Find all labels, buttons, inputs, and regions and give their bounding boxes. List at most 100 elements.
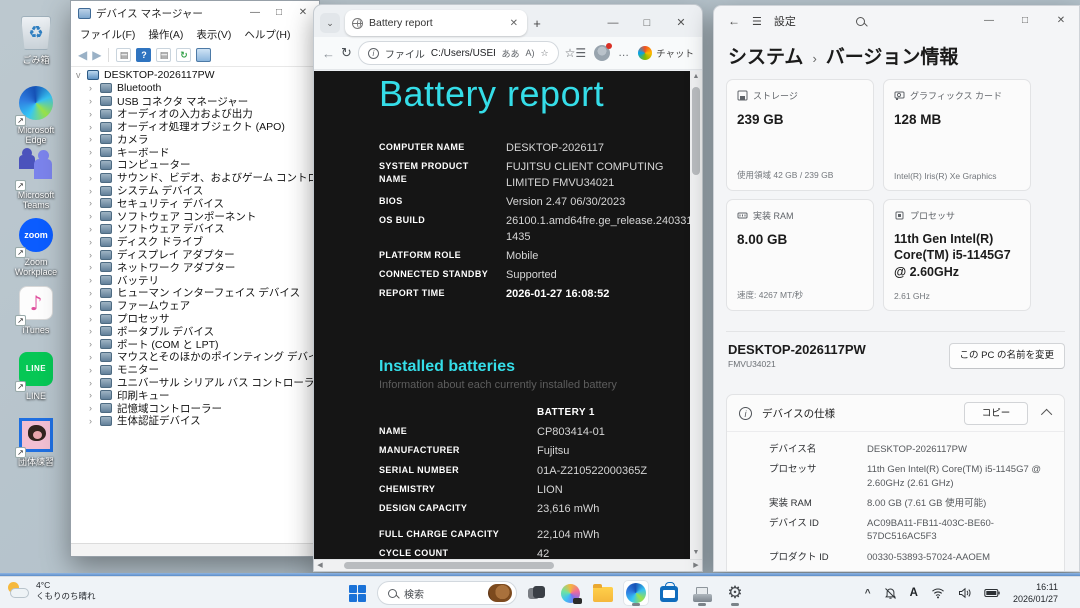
start-button[interactable]: [344, 580, 370, 606]
expand-chevron-icon[interactable]: ›: [89, 83, 100, 93]
device-tree-item[interactable]: › オーディオ処理オブジェクト (APO): [71, 120, 319, 133]
copy-button[interactable]: コピー: [964, 401, 1028, 425]
vertical-scroll-thumb[interactable]: [692, 87, 700, 175]
scroll-up-icon[interactable]: ▲: [690, 71, 702, 83]
minimize-button[interactable]: —: [596, 11, 630, 35]
scroll-right-icon[interactable]: ▶: [690, 560, 702, 571]
list-view-icon[interactable]: ▤: [116, 48, 132, 62]
horizontal-scrollbar[interactable]: ◀ ▶: [314, 559, 702, 571]
expand-chevron-icon[interactable]: ›: [89, 186, 100, 196]
address-bar[interactable]: i ファイル C:/Users/USER... ああ A) ☆: [357, 41, 559, 65]
desktop-icon-zoom[interactable]: zoom ↗ Zoom Workplace: [6, 216, 66, 278]
expand-chevron-icon[interactable]: ›: [89, 173, 100, 183]
expand-chevron-icon[interactable]: ›: [89, 122, 100, 132]
expand-chevron-icon[interactable]: ›: [89, 237, 100, 247]
desktop-icon-photo-shortcut[interactable]: ↗ 団体練習: [6, 416, 66, 468]
desktop-icon-itunes[interactable]: ♪ ↗ iTunes: [6, 284, 66, 336]
expand-chevron-icon[interactable]: ›: [89, 275, 100, 285]
speaker-icon[interactable]: [958, 587, 971, 599]
expand-chevron-icon[interactable]: ›: [89, 326, 100, 336]
maximize-button[interactable]: □: [267, 4, 291, 22]
back-icon[interactable]: ←: [322, 46, 335, 61]
battery-status-icon[interactable]: [984, 588, 1000, 598]
close-button[interactable]: ✕: [664, 11, 698, 35]
hamburger-menu-icon[interactable]: ☰: [752, 15, 762, 28]
weather-widget[interactable]: 4°C くもりのち晴れ: [7, 580, 96, 601]
expand-chevron-icon[interactable]: ›: [89, 288, 100, 298]
maximize-button[interactable]: □: [630, 11, 664, 35]
expand-chevron-icon[interactable]: ›: [89, 134, 100, 144]
expand-chevron-icon[interactable]: ›: [89, 314, 100, 324]
profile-avatar[interactable]: [594, 43, 613, 61]
forward-icon[interactable]: ▶: [92, 49, 101, 61]
device-tree-item[interactable]: › ヒューマン インターフェイス デバイス: [71, 287, 319, 299]
expand-chevron-icon[interactable]: ›: [89, 378, 100, 388]
expand-chevron-icon[interactable]: ›: [89, 365, 100, 375]
back-icon[interactable]: ◀: [78, 49, 87, 61]
device-tree-item[interactable]: › 生体認証デバイス: [71, 415, 319, 427]
favorite-star-icon[interactable]: ☆: [541, 48, 549, 59]
expand-chevron-icon[interactable]: ›: [89, 301, 100, 311]
expand-chevron-icon[interactable]: ›: [89, 224, 100, 234]
wifi-icon[interactable]: [931, 587, 945, 599]
search-icon[interactable]: [855, 16, 865, 26]
menu-item[interactable]: ヘルプ(H): [244, 27, 290, 42]
minimize-button[interactable]: —: [243, 4, 267, 22]
hidden-icons-chevron[interactable]: ^: [865, 588, 871, 599]
file-explorer-button[interactable]: [590, 580, 616, 606]
expand-chevron-icon[interactable]: ›: [89, 198, 100, 208]
device-tree-item[interactable]: › ファームウェア: [71, 299, 319, 312]
close-button[interactable]: ✕: [291, 4, 315, 22]
expand-chevron-icon[interactable]: ›: [89, 262, 100, 272]
horizontal-scroll-thumb[interactable]: [344, 562, 554, 569]
desktop-icon-recycle-bin[interactable]: ♻ ごみ箱: [6, 14, 66, 66]
computer-scan-icon[interactable]: [196, 48, 212, 62]
taskbar-search[interactable]: 検索: [377, 581, 517, 605]
desktop-icon-teams[interactable]: ↗ Microsoft Teams: [6, 148, 66, 211]
copilot-button[interactable]: [557, 580, 583, 606]
notifications-off-icon[interactable]: [884, 587, 897, 600]
expand-chevron-icon[interactable]: ›: [89, 250, 100, 260]
new-tab-button[interactable]: +: [527, 16, 547, 31]
expand-chevron-icon[interactable]: ›: [89, 96, 100, 106]
menu-item[interactable]: 操作(A): [148, 27, 183, 42]
device-tree-item[interactable]: › マウスとそのほかのポインティング デバイス: [71, 351, 319, 363]
vertical-scrollbar[interactable]: ▲ ▼: [690, 71, 702, 559]
url-text[interactable]: C:/Users/USER...: [431, 48, 496, 59]
copilot-button[interactable]: チャット: [638, 46, 694, 60]
device-tree-item[interactable]: › ユニバーサル シリアル バス コントローラー: [71, 376, 319, 389]
desktop-icon-edge[interactable]: ↗ Microsoft Edge: [6, 84, 66, 146]
expand-chevron-icon[interactable]: ›: [89, 147, 100, 157]
help-icon[interactable]: ?: [136, 48, 152, 62]
device-manager-button[interactable]: [689, 580, 715, 606]
device-tree-root[interactable]: v DESKTOP-2026117PW: [71, 69, 319, 82]
store-button[interactable]: [656, 580, 682, 606]
browser-tab[interactable]: Battery report ✕: [345, 10, 527, 36]
expand-chevron-icon[interactable]: ›: [89, 160, 100, 170]
scroll-left-icon[interactable]: ◀: [314, 560, 326, 571]
chevron-up-icon[interactable]: [1040, 408, 1053, 421]
device-tree-item[interactable]: › カメラ: [71, 133, 319, 146]
device-tree-item[interactable]: › キーボード: [71, 146, 319, 159]
expand-chevron-icon[interactable]: ›: [89, 390, 100, 400]
menu-item[interactable]: 表示(V): [196, 27, 231, 42]
expand-chevron-icon[interactable]: ›: [89, 339, 100, 349]
task-view-button[interactable]: [524, 580, 550, 606]
ime-indicator[interactable]: A: [910, 587, 918, 599]
edge-button[interactable]: [623, 580, 649, 606]
collapse-chevron-icon[interactable]: v: [76, 70, 87, 80]
expand-chevron-icon[interactable]: ›: [89, 352, 100, 362]
expand-chevron-icon[interactable]: ›: [89, 416, 100, 426]
page-info-icon[interactable]: i: [367, 47, 379, 59]
read-aloud-icon[interactable]: A): [526, 48, 535, 58]
more-menu-icon[interactable]: …: [618, 47, 630, 59]
device-spec-header[interactable]: i デバイスの仕様 コピー: [727, 395, 1064, 432]
expand-chevron-icon[interactable]: ›: [89, 211, 100, 221]
breadcrumb-parent[interactable]: システム: [728, 42, 803, 69]
refresh-icon[interactable]: ↻: [341, 45, 352, 61]
device-tree-item[interactable]: › ネットワーク アダプター: [71, 261, 319, 274]
expand-chevron-icon[interactable]: ›: [89, 403, 100, 413]
close-button[interactable]: ✕: [1043, 7, 1079, 35]
back-icon[interactable]: ←: [728, 14, 740, 28]
scan-hardware-icon[interactable]: ↻: [176, 48, 192, 62]
